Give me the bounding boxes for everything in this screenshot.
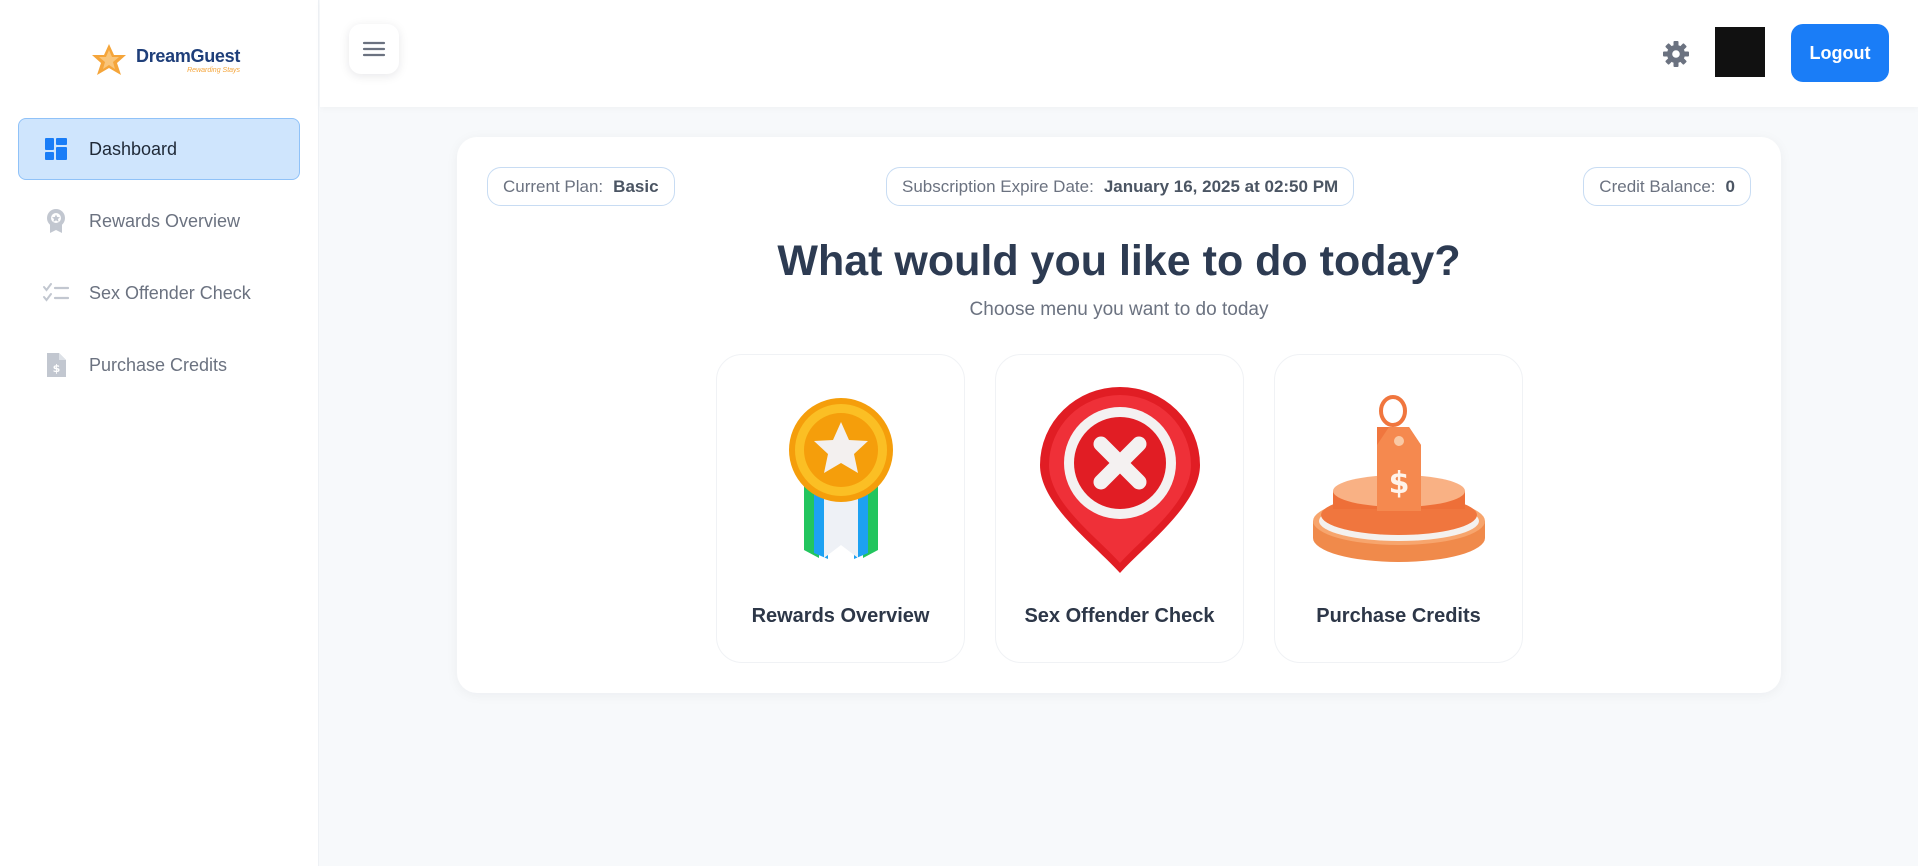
hamburger-menu-icon xyxy=(362,41,386,57)
x-location-pin-icon xyxy=(1039,387,1200,573)
brand-name: DreamGuest xyxy=(136,45,241,66)
option-label: Rewards Overview xyxy=(751,605,930,627)
sidebar: DreamGuest Rewarding Stays Dashboard Rew… xyxy=(0,0,319,866)
sidebar-nav: Dashboard Rewards Overview Sex Offender … xyxy=(18,118,300,406)
checklist-icon xyxy=(43,280,69,306)
brand-logo[interactable]: DreamGuest Rewarding Stays xyxy=(86,42,240,78)
current-plan-value: Basic xyxy=(613,176,659,196)
sidebar-item-label: Purchase Credits xyxy=(89,354,228,375)
subscription-expire-label: Subscription Expire Date: xyxy=(902,176,1094,196)
price-tag-icon: $ xyxy=(1312,394,1485,562)
option-card-purchase-credits[interactable]: $ Purchase Credits xyxy=(1274,354,1523,663)
svg-text:$: $ xyxy=(53,362,61,375)
option-card-rewards-overview[interactable]: Rewards Overview xyxy=(716,354,965,663)
page-subtitle: Choose menu you want to do today xyxy=(969,299,1269,320)
page-title: What would you like to do today? xyxy=(777,237,1461,285)
gear-icon[interactable] xyxy=(1662,40,1690,68)
dollar-document-icon: $ xyxy=(43,352,69,378)
brand-tagline: Rewarding Stays xyxy=(187,66,241,74)
dashboard-icon xyxy=(43,136,69,162)
medal-icon xyxy=(788,398,893,559)
award-icon xyxy=(43,208,69,234)
subscription-expire-value: January 16, 2025 at 02:50 PM xyxy=(1103,176,1339,196)
logout-button[interactable]: Logout xyxy=(1791,24,1889,82)
svg-text:$: $ xyxy=(1388,466,1409,501)
sidebar-item-dashboard[interactable]: Dashboard xyxy=(18,118,300,180)
option-label: Purchase Credits xyxy=(1316,605,1481,627)
menu-toggle-button[interactable] xyxy=(349,24,399,74)
credit-balance-value: 0 xyxy=(1725,176,1735,196)
sidebar-item-sex-offender-check[interactable]: Sex Offender Check xyxy=(18,262,300,324)
option-label: Sex Offender Check xyxy=(1024,605,1215,627)
user-avatar[interactable] xyxy=(1715,27,1765,77)
current-plan-badge: Current Plan: Basic xyxy=(487,167,675,206)
sidebar-item-purchase-credits[interactable]: $ Purchase Credits xyxy=(18,334,300,396)
subscription-expire-badge: Subscription Expire Date: January 16, 20… xyxy=(886,167,1355,206)
option-card-sex-offender-check[interactable]: Sex Offender Check xyxy=(995,354,1244,663)
star-logo-icon xyxy=(92,44,126,75)
sidebar-item-rewards-overview[interactable]: Rewards Overview xyxy=(18,190,300,252)
credit-balance-label: Credit Balance: xyxy=(1599,176,1716,196)
credit-balance-badge: Credit Balance: 0 xyxy=(1583,167,1751,206)
sidebar-item-label: Sex Offender Check xyxy=(89,282,251,303)
dashboard-card: Current Plan: Basic Subscription Expire … xyxy=(457,137,1781,693)
current-plan-label: Current Plan: xyxy=(503,176,604,196)
sidebar-item-label: Rewards Overview xyxy=(89,210,241,231)
top-header: Logout xyxy=(320,0,1918,107)
sidebar-item-label: Dashboard xyxy=(89,138,178,159)
